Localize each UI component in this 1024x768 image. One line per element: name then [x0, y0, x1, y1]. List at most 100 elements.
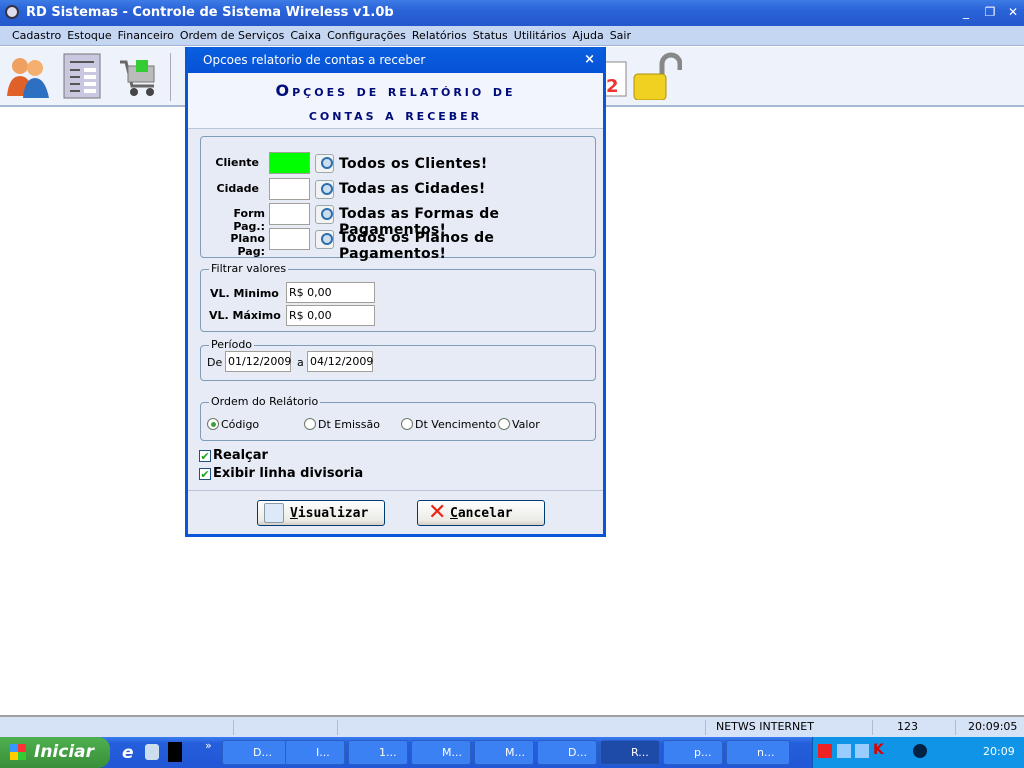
de-label: De: [207, 356, 223, 369]
antivirus-icon[interactable]: K: [873, 742, 884, 758]
radio-label: Código: [221, 418, 260, 431]
filtrar-valores-legend: Filtrar valores: [209, 262, 289, 275]
realcar-label: Realçar: [213, 448, 268, 463]
padlock-icon[interactable]: [632, 52, 683, 101]
search-form-pag-icon[interactable]: [315, 205, 334, 224]
svg-text:2: 2: [606, 76, 619, 97]
report-list-icon[interactable]: [62, 52, 108, 100]
form-pag-field[interactable]: [269, 203, 310, 225]
ie-icon[interactable]: e: [122, 743, 134, 763]
tray-icon[interactable]: [818, 744, 832, 758]
exibir-linha-checkbox[interactable]: ✔ Exibir linha divisoria: [199, 466, 363, 481]
minimize-button[interactable]: _: [958, 5, 974, 19]
app-title: RD Sistemas - Controle de Sistema Wirele…: [26, 5, 394, 20]
plano-pag-description: Todos os Planos de Pagamentos!: [339, 230, 495, 262]
menu-relatorios[interactable]: Relatórios: [409, 26, 470, 42]
network-icon[interactable]: [855, 744, 869, 758]
date-to-input[interactable]: 04/12/2009: [307, 351, 373, 372]
a-label: a: [297, 356, 304, 369]
cancelar-button[interactable]: ✕ Cancelar: [417, 500, 545, 526]
shortcut-key: V: [290, 506, 298, 521]
menu-status[interactable]: Status: [470, 26, 511, 42]
form-pag-label: Form Pag.:: [233, 207, 265, 233]
menu-configuracoes[interactable]: Configurações: [324, 26, 409, 42]
quicklaunch-app-icon[interactable]: [168, 742, 182, 762]
date-from-input[interactable]: 01/12/2009: [225, 351, 291, 372]
periodo-group: Período De 01/12/2009 a 04/12/2009: [200, 338, 596, 381]
cancel-x-icon: ✕: [428, 500, 447, 525]
cidade-label: Cidade: [216, 182, 259, 195]
task-button[interactable]: 1...: [348, 740, 408, 765]
status-user: 123: [872, 720, 952, 735]
vl-minimo-label: VL. Minimo: [210, 287, 279, 300]
dialog-close-button[interactable]: ×: [584, 52, 595, 67]
shopping-cart-icon[interactable]: [116, 52, 162, 100]
button-label: ancelar: [457, 506, 513, 521]
vl-minimo-input[interactable]: R$ 0,00: [286, 282, 375, 303]
cidade-description: Todas as Cidades!: [339, 181, 486, 197]
menu-ordem-servicos[interactable]: Ordem de Serviços: [177, 26, 288, 42]
dialog-title: Opcoes relatorio de contas a receber: [203, 53, 426, 67]
cliente-description: Todos os Clientes!: [339, 156, 488, 172]
realcar-checkbox[interactable]: ✔ Realçar: [199, 448, 268, 463]
taskbar: Iniciar e » D... I... 1... M... M... D..…: [0, 737, 1024, 768]
radio-dt-vencimento[interactable]: Dt Vencimento: [401, 418, 496, 431]
heading-line-1: Opçoes de relatório de: [275, 81, 516, 100]
shortcut-key: C: [450, 506, 458, 521]
menu-financeiro[interactable]: Financeiro: [115, 26, 177, 42]
visualizar-button[interactable]: Visualizar: [257, 500, 385, 526]
download-icon[interactable]: [913, 744, 927, 758]
radio-label: Valor: [512, 418, 540, 431]
divider: [188, 490, 603, 491]
task-button-active[interactable]: R...: [600, 740, 660, 765]
ordem-legend: Ordem do Relátorio: [209, 395, 321, 408]
filter-group: Cliente Todos os Clientes! Cidade Todas …: [200, 136, 596, 262]
menu-estoque[interactable]: Estoque: [64, 26, 114, 42]
exibir-linha-label: Exibir linha divisoria: [213, 466, 364, 481]
ordem-group: Ordem do Relátorio Código Dt Emissão Dt …: [200, 395, 596, 441]
task-button[interactable]: M...: [474, 740, 534, 765]
start-button[interactable]: Iniciar: [0, 737, 110, 768]
radio-label: Dt Emissão: [318, 418, 380, 431]
vl-maximo-input[interactable]: R$ 0,00: [286, 305, 375, 326]
quicklaunch-icon[interactable]: [145, 744, 159, 760]
cidade-field[interactable]: [269, 178, 310, 200]
search-cidade-icon[interactable]: [315, 180, 334, 199]
cliente-label: Cliente: [215, 156, 259, 169]
tray-clock: 20:09: [983, 745, 1015, 758]
task-button[interactable]: M...: [411, 740, 471, 765]
radio-valor[interactable]: Valor: [498, 418, 540, 431]
periodo-legend: Período: [209, 338, 255, 351]
network-icon[interactable]: [837, 744, 851, 758]
menu-utilitarios[interactable]: Utilitários: [511, 26, 570, 42]
cliente-field[interactable]: [269, 152, 310, 174]
menu-caixa[interactable]: Caixa: [287, 26, 324, 42]
menu-ajuda[interactable]: Ajuda: [569, 26, 606, 42]
dialog-heading: Opçoes de relatório de contas a receber: [188, 73, 603, 129]
close-button[interactable]: ✕: [1005, 5, 1021, 19]
start-label: Iniciar: [34, 742, 95, 762]
users-icon[interactable]: [5, 52, 51, 100]
radio-codigo[interactable]: Código: [207, 418, 259, 431]
task-button[interactable]: D...: [537, 740, 597, 765]
plano-pag-field[interactable]: [269, 228, 310, 250]
restore-button[interactable]: ❐: [982, 5, 998, 19]
more-quicklaunch[interactable]: »: [205, 739, 212, 752]
dialog-title-bar: Opcoes relatorio de contas a receber: [188, 47, 603, 73]
preview-icon: [264, 503, 284, 523]
toolbar-separator: [170, 53, 171, 101]
report-options-dialog: Opcoes relatorio de contas a receber × O…: [185, 47, 606, 537]
system-tray: K 20:09: [812, 737, 1024, 768]
status-company: NETWS INTERNET: [705, 720, 845, 735]
menu-sair[interactable]: Sair: [607, 26, 634, 42]
search-plano-pag-icon[interactable]: [315, 230, 334, 249]
app-icon: [5, 5, 19, 19]
search-cliente-icon[interactable]: [315, 154, 334, 173]
menu-cadastro[interactable]: Cadastro: [9, 26, 64, 42]
task-button[interactable]: I...: [285, 740, 345, 765]
windows-logo-icon: [10, 744, 26, 760]
check-icon: ✔: [199, 450, 211, 463]
task-button[interactable]: p...: [663, 740, 723, 765]
radio-dt-emissao[interactable]: Dt Emissão: [304, 418, 380, 431]
task-button[interactable]: n...: [726, 740, 790, 765]
